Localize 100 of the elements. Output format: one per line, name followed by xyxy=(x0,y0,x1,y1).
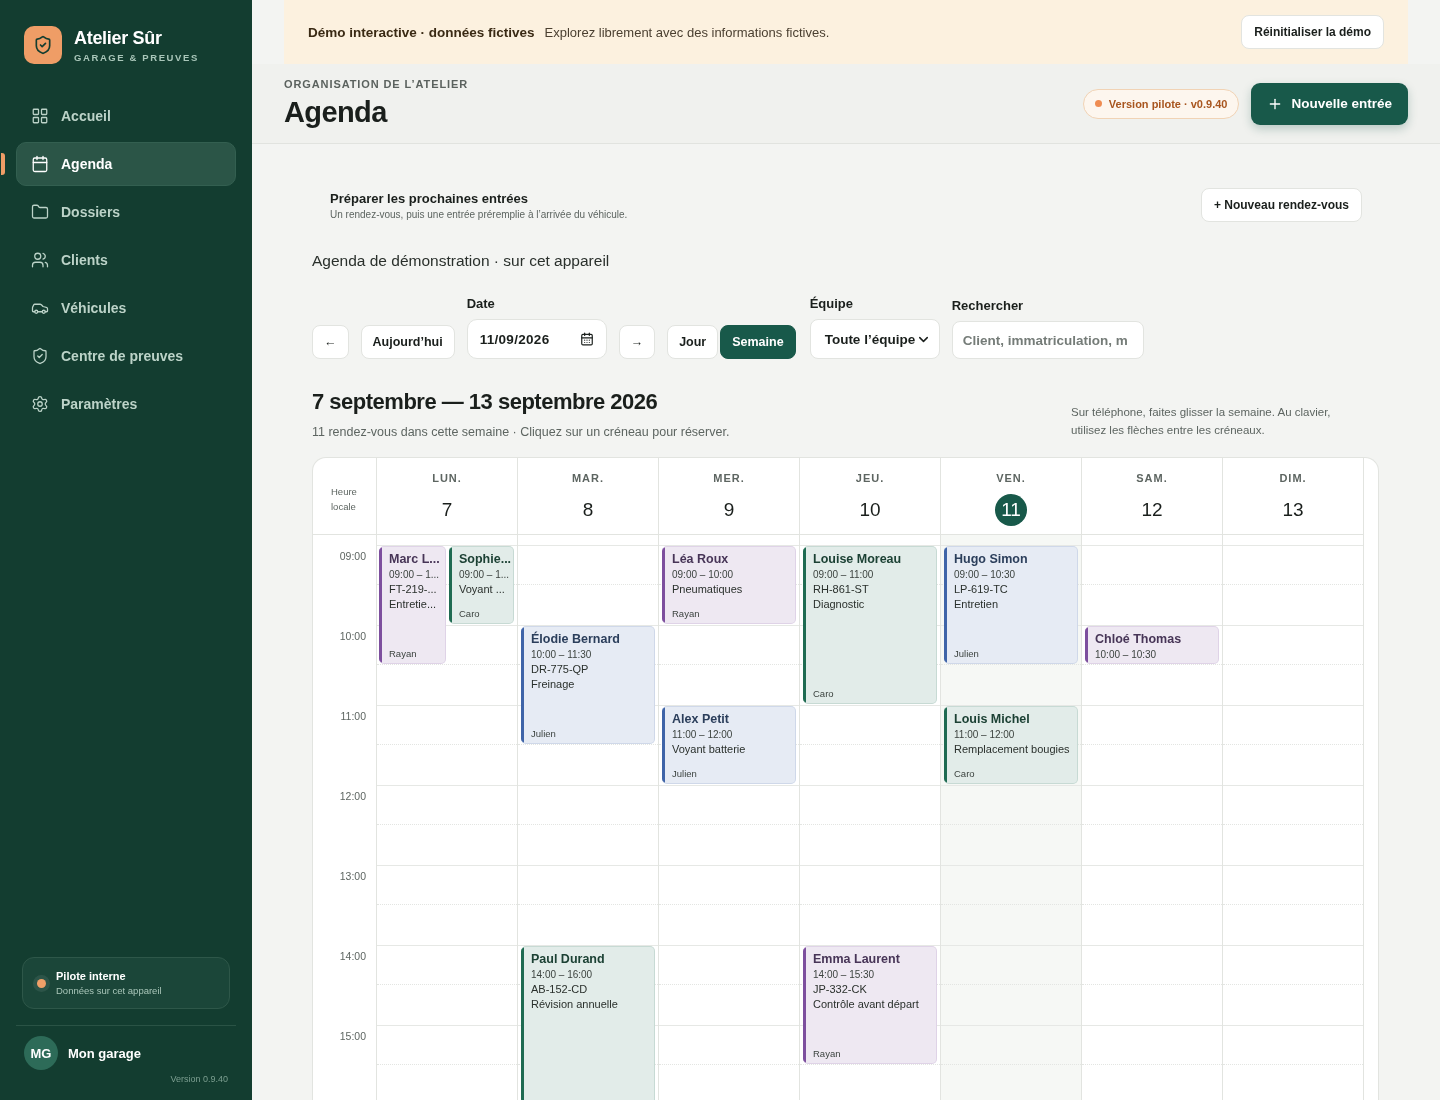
team-label: Équipe xyxy=(809,296,854,311)
brand-tagline: GARAGE & PREUVES xyxy=(74,51,199,63)
view-tab[interactable]: Jour xyxy=(667,325,719,359)
day-column[interactable]: Léa Roux 09:00 – 10:00 Pneumatiques Rayan Alex Petit 11:00 – 12:00 Voyant batterie Julien xyxy=(659,535,800,1100)
user-name: Mon garage xyxy=(68,1045,141,1061)
appointment-card[interactable]: Marc L... 09:00 – 1... FT-219-... Entretie... Rayan xyxy=(379,546,446,664)
plate-number: DR-775-QP xyxy=(531,663,590,675)
plate-number: LP-619-TC xyxy=(954,583,1009,595)
plate-number: RH-861-ST xyxy=(813,583,870,595)
day-column[interactable]: Hugo Simon 09:00 – 10:30 LP-619-TC Entretien Julien Louis Michel 11:00 – 12:00 Remplacement bougies Caro xyxy=(941,535,1082,1100)
folder-icon xyxy=(31,203,49,221)
nav-item[interactable]: Accueil xyxy=(16,94,236,138)
hour-label: 10:00 xyxy=(339,630,366,644)
weekday-label: VEN. xyxy=(996,472,1026,484)
day-column[interactable]: Marc L... 09:00 – 1... FT-219-... Entretie... Rayan Sophie... 09:00 – 1... Voyant ... Caro xyxy=(377,535,518,1100)
day-number: 10 xyxy=(858,498,882,522)
appointment-card[interactable]: Alex Petit 11:00 – 12:00 Voyant batterie Julien xyxy=(662,706,796,784)
date-field[interactable]: 11/09/2026 xyxy=(466,319,607,359)
nav-item[interactable]: Centre de preuves xyxy=(16,334,236,378)
appointment-card[interactable]: Hugo Simon 09:00 – 10:30 LP-619-TC Entretien Julien xyxy=(944,546,1078,664)
service-name: Diagnostic xyxy=(813,598,866,610)
day-number: 11 xyxy=(995,494,1027,526)
settings-icon xyxy=(31,395,49,413)
appointment-time: 10:00 – 11:30 xyxy=(531,649,593,660)
prepare-subtitle: Un rendez-vous, puis une entrée préremplie à l’arrivée du véhicule. xyxy=(330,208,629,220)
plate-number: AB-152-CD xyxy=(531,983,589,995)
technician-name: Caro xyxy=(459,608,481,619)
reset-button[interactable]: Réinitialiser la démo xyxy=(1241,15,1384,49)
client-name: Marc L... xyxy=(389,552,439,566)
service-name: Remplacement bougies xyxy=(954,743,1071,755)
version-badge: Version pilote · v0.9.40 xyxy=(1082,88,1240,119)
prepare-title: Préparer les prochaines entrées xyxy=(330,190,529,206)
time-header: Heure locale xyxy=(313,458,377,535)
weekday-label: DIM. xyxy=(1279,472,1307,484)
appointment-card[interactable]: Chloé Thomas 10:00 – 10:30 xyxy=(1085,626,1219,664)
appointment-card[interactable]: Emma Laurent 14:00 – 15:30 JP-332-CK Contrôle avant départ Rayan xyxy=(803,946,937,1064)
next-button[interactable]: → xyxy=(618,325,656,359)
client-name: Élodie Bernard xyxy=(531,632,621,646)
banner-text: Explorez librement avec des informations fictives. xyxy=(544,24,831,40)
service-name: Freinage xyxy=(531,678,576,690)
nav-item[interactable]: Véhicules xyxy=(16,286,236,330)
brand-name: Atelier Sûr xyxy=(74,27,163,49)
appointment-time: 09:00 – 1... xyxy=(389,569,439,580)
client-name: Emma Laurent xyxy=(813,952,901,966)
appointment-card[interactable]: Paul Durand 14:00 – 16:00 AB-152-CD Révision annuelle xyxy=(521,946,655,1100)
status-title: Pilote interne xyxy=(56,970,127,982)
appointment-time: 11:00 – 12:00 xyxy=(672,729,734,740)
appointment-card[interactable]: Louise Moreau 09:00 – 11:00 RH-861-ST Diagnostic Caro xyxy=(803,546,937,704)
date-label: Date xyxy=(466,296,496,311)
appointment-time: 10:00 – 10:30 xyxy=(1095,649,1158,660)
client-name: Louise Moreau xyxy=(813,552,903,566)
version-text: Version 0.9.40 xyxy=(170,1074,228,1084)
search-label: Rechercher xyxy=(951,298,1025,313)
new-appointment-button[interactable]: + Nouveau rendez-vous xyxy=(1200,188,1362,222)
search-field[interactable]: Client, immatriculation, m xyxy=(951,321,1144,359)
day-column[interactable]: Chloé Thomas 10:00 – 10:30 xyxy=(1082,535,1223,1100)
nav-item[interactable]: Paramètres xyxy=(16,382,236,426)
weekday-label: MAR. xyxy=(571,472,605,484)
nav-item[interactable]: Dossiers xyxy=(16,190,236,234)
page-eyebrow: ORGANISATION DE L’ATELIER xyxy=(284,78,470,90)
banner-title: Démo interactive · données fictives xyxy=(308,24,535,40)
day-number: 13 xyxy=(1281,498,1305,522)
technician-name: Rayan xyxy=(389,648,418,659)
client-name: Léa Roux xyxy=(672,552,730,566)
technician-name: Julien xyxy=(531,728,557,739)
logo-icon xyxy=(24,26,62,64)
today-button[interactable]: Aujourd’hui xyxy=(360,325,455,359)
day-column[interactable]: Élodie Bernard 10:00 – 11:30 DR-775-QP Freinage Julien Paul Durand 14:00 – 16:00 AB-152-CD Révision annuelle xyxy=(518,535,659,1100)
service-name: Contrôle avant départ xyxy=(813,998,920,1010)
day-column[interactable]: Louise Moreau 09:00 – 11:00 RH-861-ST Diagnostic Caro Emma Laurent 14:00 – 15:30 JP-332-CK Contrôle avant départ Rayan xyxy=(800,535,941,1100)
previous-button[interactable]: ← xyxy=(312,325,349,359)
week-title: 7 septembre — 13 septembre 2026 xyxy=(312,389,659,415)
team-select[interactable]: Toute l’équipe xyxy=(809,319,940,359)
service-name: Entretien xyxy=(954,598,1000,610)
hour-label: 09:00 xyxy=(339,550,366,564)
service-name: Entretie... xyxy=(389,598,438,610)
service-name: Voyant ... xyxy=(459,583,506,595)
plate-number: FT-219-... xyxy=(389,583,438,595)
nav-item[interactable]: Clients xyxy=(16,238,236,282)
page-title: Agenda xyxy=(284,96,389,129)
day-number: 9 xyxy=(722,498,736,522)
appointment-card[interactable]: Élodie Bernard 10:00 – 11:30 DR-775-QP Freinage Julien xyxy=(521,626,655,744)
day-column[interactable] xyxy=(1223,535,1364,1100)
hour-label: 11:00 xyxy=(340,710,366,724)
status-subtitle: Données sur cet appareil xyxy=(56,985,162,996)
view-tab[interactable]: Semaine xyxy=(720,325,796,359)
technician-name: Julien xyxy=(672,768,698,779)
client-name: Louis Michel xyxy=(954,712,1031,726)
hour-label: 14:00 xyxy=(339,950,366,964)
new-entry-button[interactable]: Nouvelle entrée xyxy=(1251,82,1408,125)
day-number: 7 xyxy=(440,498,454,522)
appointment-card[interactable]: Sophie... 09:00 – 1... Voyant ... Caro xyxy=(449,546,514,624)
active-indicator xyxy=(1,153,5,175)
appointment-time: 14:00 – 16:00 xyxy=(531,969,594,980)
appointment-card[interactable]: Louis Michel 11:00 – 12:00 Remplacement bougies Caro xyxy=(944,706,1078,784)
client-name: Hugo Simon xyxy=(954,552,1029,566)
appointment-card[interactable]: Léa Roux 09:00 – 10:00 Pneumatiques Rayan xyxy=(662,546,796,624)
hour-label: 12:00 xyxy=(339,790,366,804)
user-avatar[interactable]: MG xyxy=(24,1036,58,1070)
technician-name: Julien xyxy=(954,648,980,659)
